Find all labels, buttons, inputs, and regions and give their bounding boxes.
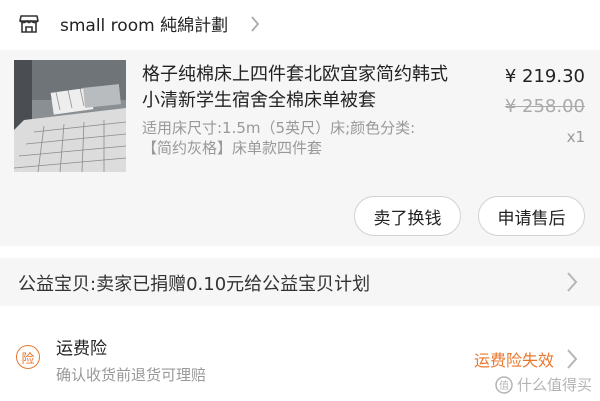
charity-row[interactable]: 公益宝贝:卖家已捐赠0.10元给公益宝贝计划	[0, 258, 600, 306]
chevron-right-icon	[567, 349, 578, 369]
order-item-card[interactable]: 格子纯棉床上四件套北欧宜家简约韩式 小清新学生宿舍全棉床单被套 适用床尺寸:1.…	[0, 50, 600, 246]
insurance-badge-icon: 险	[16, 345, 40, 369]
shop-name[interactable]: small room 純綿計劃	[60, 11, 228, 36]
insurance-subtitle: 确认收货前退货可理赔	[56, 366, 207, 384]
product-sku: 适用床尺寸:1.5m（5英尺）床;颜色分类: 【简约灰格】床单款四件套	[142, 118, 472, 158]
product-title-line1: 格子纯棉床上四件套北欧宜家简约韩式	[142, 64, 448, 85]
sell-button[interactable]: 卖了换钱	[354, 196, 461, 236]
product-title[interactable]: 格子纯棉床上四件套北欧宜家简约韩式 小清新学生宿舍全棉床单被套	[142, 62, 472, 114]
product-title-line2: 小清新学生宿舍全棉床单被套	[142, 90, 376, 111]
shop-icon	[19, 15, 39, 33]
product-thumbnail[interactable]	[14, 60, 126, 172]
sku-line1: 适用床尺寸:1.5m（5英尺）床;颜色分类:	[142, 119, 416, 137]
chevron-right-icon	[251, 16, 260, 32]
original-price: ¥ 258.00	[504, 96, 585, 117]
insurance-status[interactable]: 运费险失效	[474, 347, 554, 371]
charity-text: 公益宝贝:卖家已捐赠0.10元给公益宝贝计划	[18, 274, 371, 295]
chevron-right-icon	[567, 272, 578, 292]
quantity: x1	[566, 128, 585, 146]
product-price: ¥ 219.30	[504, 66, 585, 87]
watermark-text: 什么值得买	[516, 376, 592, 394]
shop-header[interactable]: small room 純綿計劃	[0, 0, 600, 50]
insurance-title: 运费险	[56, 339, 107, 359]
aftersale-button[interactable]: 申请售后	[478, 196, 585, 236]
svg-text:值: 值	[499, 379, 509, 392]
watermark: 值 什么值得买	[495, 374, 592, 395]
watermark-logo-icon: 值	[495, 375, 513, 394]
sku-line2: 【简约灰格】床单款四件套	[142, 139, 323, 157]
